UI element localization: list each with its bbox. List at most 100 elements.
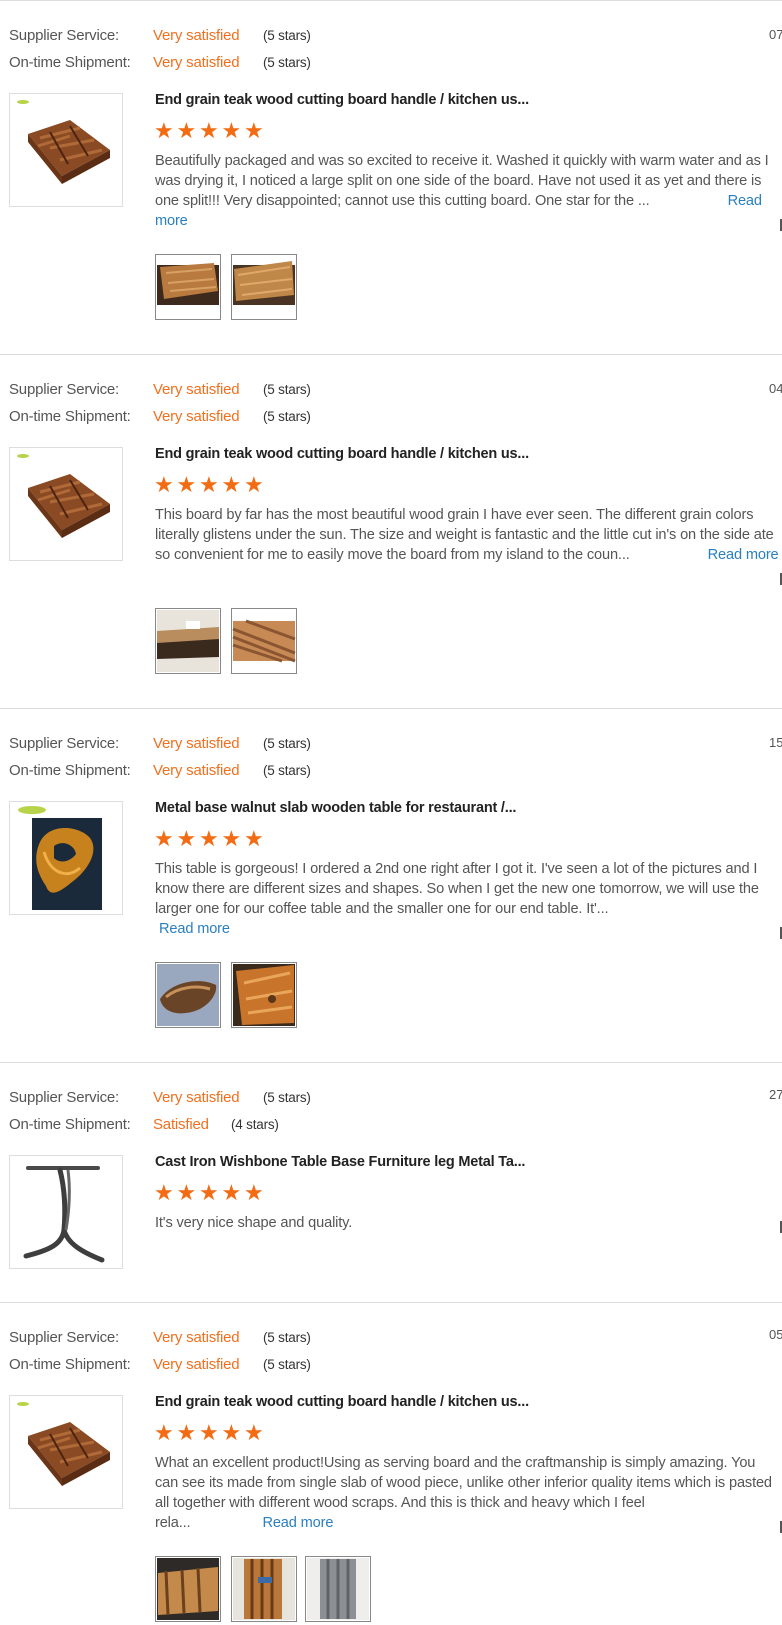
shipment-stars-count: (5 stars) [263,1357,311,1372]
product-title-link[interactable]: End grain teak wood cutting board handle… [155,1394,529,1410]
star-icon: ★ [221,118,242,143]
walnut-table-image [18,806,102,910]
star-rating: ★ ★ ★ ★ ★ [154,826,267,851]
review-text-block: Beautifully packaged and was so excited … [155,151,781,231]
supplier-service-label: Supplier Service: [9,27,119,44]
supplier-stars-count: (5 stars) [263,382,311,397]
review-photo[interactable] [305,1556,371,1622]
star-icon: ★ [244,472,264,497]
product-thumbnail[interactable] [9,1395,123,1509]
review-photo-image [233,261,295,305]
star-icon: ★ [199,826,219,851]
supplier-stars-count: (5 stars) [263,1090,311,1105]
supplier-stars-count: (5 stars) [263,736,311,751]
supplier-service-label: Supplier Service: [9,381,119,398]
supplier-stars-count: (5 stars) [263,1330,311,1345]
star-rating: ★ ★ ★ ★ ★ [154,1420,267,1445]
supplier-service-row: Supplier Service: Very satisfied (5 star… [9,735,311,752]
supplier-rating-text: Very satisfied [153,381,240,398]
supplier-rating-text: Very satisfied [153,1089,240,1106]
star-rating: ★ ★ ★ ★ ★ [154,118,267,143]
review-text: This board by far has the most beautiful… [155,507,774,563]
table-base-image [23,1166,105,1263]
product-thumbnail[interactable] [9,447,123,561]
read-more-link[interactable]: Read more [708,547,779,563]
review-text-block: What an excellent product!Using as servi… [155,1453,781,1533]
shipment-row: On-time Shipment: Very satisfied (5 star… [9,54,311,71]
shipment-label: On-time Shipment: [9,1116,131,1133]
star-icon: ★ [199,118,219,143]
product-thumbnail[interactable] [9,1155,123,1269]
star-icon: ★ [154,826,174,851]
supplier-service-label: Supplier Service: [9,1089,119,1106]
review-photo-image [157,1558,219,1620]
read-more-link[interactable]: Read more [159,921,230,937]
supplier-service-row: Supplier Service: Very satisfied (5 star… [9,381,311,398]
product-title-link[interactable]: Metal base walnut slab wooden table for … [155,800,516,816]
review-photo[interactable] [231,608,297,674]
product-title-link[interactable]: End grain teak wood cutting board handle… [155,446,529,462]
review-photo-image [157,263,219,305]
review-photo-image [157,610,219,672]
star-icon: ★ [244,826,264,851]
review-photo[interactable] [231,254,297,320]
supplier-service-row: Supplier Service: Very satisfied (5 star… [9,1089,311,1106]
review-photo[interactable] [231,962,297,1028]
review-photo-image [233,964,295,1026]
review-text: It's very nice shape and quality. [155,1215,353,1231]
review-photo[interactable] [155,1556,221,1622]
star-icon: ★ [176,118,197,143]
review-card: Supplier Service: Very satisfied (5 star… [0,0,782,355]
product-title-link[interactable]: Cast Iron Wishbone Table Base Furniture … [155,1154,525,1170]
review-date: 07 [769,27,782,42]
supplier-rating-text: Very satisfied [153,1329,240,1346]
read-more-link[interactable]: Read more [262,1515,333,1531]
product-title-link[interactable]: End grain teak wood cutting board handle… [155,92,529,108]
star-icon: ★ [199,1180,219,1205]
product-thumbnail[interactable] [9,801,123,915]
shipment-label: On-time Shipment: [9,1356,131,1373]
review-text: This table is gorgeous! I ordered a 2nd … [155,861,759,917]
star-icon: ★ [199,472,219,497]
supplier-service-row: Supplier Service: Very satisfied (5 star… [9,1329,311,1346]
review-text-block: This table is gorgeous! I ordered a 2nd … [155,859,781,939]
shipment-row: On-time Shipment: Very satisfied (5 star… [9,762,311,779]
shipment-rating-text: Satisfied [153,1116,209,1133]
cutting-board-image [17,100,110,184]
product-thumbnail[interactable] [9,93,123,207]
shipment-row: On-time Shipment: Satisfied (4 stars) [9,1116,279,1133]
shipment-label: On-time Shipment: [9,762,131,779]
cutting-board-image [17,1402,110,1486]
review-photo-image [307,1558,369,1620]
review-card: Supplier Service: Very satisfied (5 star… [0,708,782,1063]
review-photo[interactable] [231,1556,297,1622]
star-icon: ★ [244,1180,264,1205]
review-photo-image [232,619,296,663]
review-card: Supplier Service: Very satisfied (5 star… [0,1062,782,1303]
review-photo-image [233,1558,295,1620]
star-icon: ★ [154,1420,174,1445]
star-icon: ★ [154,118,174,143]
review-photo-image [157,964,219,1026]
star-icon: ★ [221,826,242,851]
review-text-block: This board by far has the most beautiful… [155,505,781,565]
review-date: 15 [769,735,782,750]
star-icon: ★ [221,472,242,497]
review-text: Beautifully packaged and was so excited … [155,153,769,209]
shipment-row: On-time Shipment: Very satisfied (5 star… [9,408,311,425]
shipment-stars-count: (5 stars) [263,409,311,424]
star-icon: ★ [176,1180,197,1205]
star-icon: ★ [176,826,197,851]
shipment-rating-text: Very satisfied [153,1356,240,1373]
review-photo[interactable] [155,608,221,674]
review-text-block: It's very nice shape and quality. [155,1213,781,1233]
star-rating: ★ ★ ★ ★ ★ [154,472,267,497]
review-photo[interactable] [155,254,221,320]
star-icon: ★ [244,1420,264,1445]
review-photo[interactable] [155,962,221,1028]
shipment-label: On-time Shipment: [9,54,131,71]
review-date: 05 [769,1327,782,1342]
star-icon: ★ [244,118,264,143]
shipment-rating-text: Very satisfied [153,408,240,425]
shipment-row: On-time Shipment: Very satisfied (5 star… [9,1356,311,1373]
